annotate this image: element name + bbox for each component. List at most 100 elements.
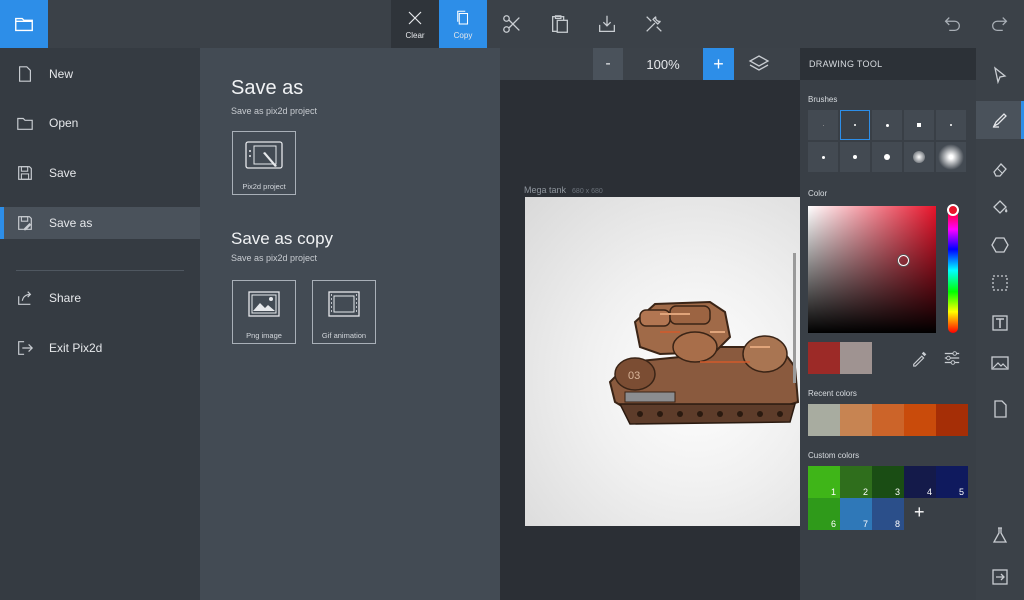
clear-label: Clear [405,30,425,40]
brush-5[interactable] [936,110,966,140]
vertical-scrollbar[interactable] [793,253,796,383]
selection-tool-button[interactable] [976,264,1024,302]
brush-9[interactable] [904,142,934,172]
zoom-out-button[interactable]: - [593,48,623,80]
brush-4[interactable] [904,110,934,140]
brush-3[interactable] [872,110,902,140]
custom-color-swatch[interactable]: 4 [904,466,936,498]
pix2d-project-tile[interactable]: Pix2d project [232,131,296,195]
add-custom-color-button[interactable]: + [914,502,925,523]
recent-color-swatch[interactable] [872,404,904,436]
scissors-icon [503,15,520,33]
layers-icon[interactable] [748,53,770,75]
brush-2[interactable] [840,110,870,140]
custom-color-number: 5 [958,487,964,497]
custom-color-swatch[interactable]: 1 [808,466,840,498]
brush-1[interactable] [808,110,838,140]
menu-item-new[interactable]: New [0,58,200,90]
cursor-icon [993,66,1007,84]
tools-icon [646,16,662,32]
eraser-tool-button[interactable] [976,150,1024,188]
brush-7[interactable] [840,142,870,172]
custom-color-swatch[interactable]: 2 [840,466,872,498]
canvas-title: Mega tank 680 x 680 [524,185,603,195]
share-icon [18,291,32,305]
image-icon [991,356,1009,370]
menu-item-save[interactable]: Save [0,157,200,189]
brush-8[interactable] [872,142,902,172]
custom-color-number: 2 [862,487,868,497]
secondary-color-swatch[interactable] [840,342,872,374]
menu-item-save-as[interactable]: Save as [0,207,200,239]
hue-slider[interactable] [948,208,958,333]
sign-in-button[interactable] [976,558,1024,596]
paste-button[interactable] [536,0,584,48]
canvas-area: - 100% + Mega tank 680 x 680 03 [500,48,800,600]
save-as-title: Save as [231,77,304,99]
eyedropper-icon[interactable] [911,349,929,367]
custom-color-number: 4 [926,487,932,497]
fill-tool-button[interactable] [976,188,1024,226]
copy-button[interactable]: Copy [439,0,487,48]
flask-icon [992,527,1008,543]
gif-animation-tile[interactable]: Gif animation [312,280,376,344]
custom-color-number: 8 [894,519,900,529]
film-icon [328,291,360,317]
tablet-pen-icon [245,141,283,169]
brush-10[interactable] [936,142,966,172]
custom-color-swatch[interactable]: 3 [872,466,904,498]
tool-strip [976,48,1024,600]
zoom-in-button[interactable]: + [703,48,734,80]
recent-color-swatch[interactable] [936,404,968,436]
download-icon [599,15,615,32]
copy-label: Copy [453,30,473,40]
tank-sprite: 03 [608,300,800,425]
text-tool-button[interactable] [976,304,1024,342]
hexagon-icon [991,237,1009,253]
undo-icon [944,17,960,32]
file-menu: New Open Save Save as Share Exit Pix2d [0,48,200,600]
recent-color-swatch[interactable] [840,404,872,436]
menu-item-exit[interactable]: Exit Pix2d [0,332,200,364]
custom-color-number: 1 [830,487,836,497]
brush-6[interactable] [808,142,838,172]
brush-tool-button[interactable] [976,101,1024,139]
lab-button[interactable] [976,516,1024,554]
custom-color-swatch[interactable]: 7 [840,498,872,530]
tile-label: Pix2d project [242,182,286,191]
select-tool-button[interactable] [976,56,1024,94]
hue-slider-handle[interactable] [947,204,959,216]
exit-icon [18,341,34,355]
custom-color-swatch[interactable]: 6 [808,498,840,530]
menu-item-share[interactable]: Share [0,282,200,314]
color-picker-marker[interactable] [898,255,909,266]
tools-button[interactable] [630,0,678,48]
menu-item-open[interactable]: Open [0,107,200,139]
menu-button[interactable] [0,0,48,48]
primary-color-swatch[interactable] [808,342,840,374]
panel-title: DRAWING TOOL [809,59,883,69]
custom-color-swatch[interactable]: 8 [872,498,904,530]
redo-button[interactable] [976,0,1024,48]
clear-button[interactable]: Clear [391,0,439,48]
eraser-icon [993,163,1007,177]
sliders-icon[interactable] [943,349,961,367]
save-as-icon [18,216,32,231]
menu-item-label: Save [49,166,77,180]
undo-button[interactable] [928,0,976,48]
artboard[interactable]: 03 [525,197,800,526]
recent-color-swatch[interactable] [904,404,936,436]
menu-item-label: New [49,67,74,81]
brush-icon [992,113,1007,128]
image-tool-button[interactable] [976,344,1024,382]
shape-tool-button[interactable] [976,226,1024,264]
page-tool-button[interactable] [976,390,1024,428]
custom-color-swatch[interactable]: 5 [936,466,968,498]
sign-in-icon [992,569,1008,585]
png-image-tile[interactable]: Png image [232,280,296,344]
menu-divider [16,270,184,271]
cut-button[interactable] [488,0,536,48]
color-picker-area[interactable] [808,206,936,333]
recent-color-swatch[interactable] [808,404,840,436]
import-button[interactable] [583,0,631,48]
